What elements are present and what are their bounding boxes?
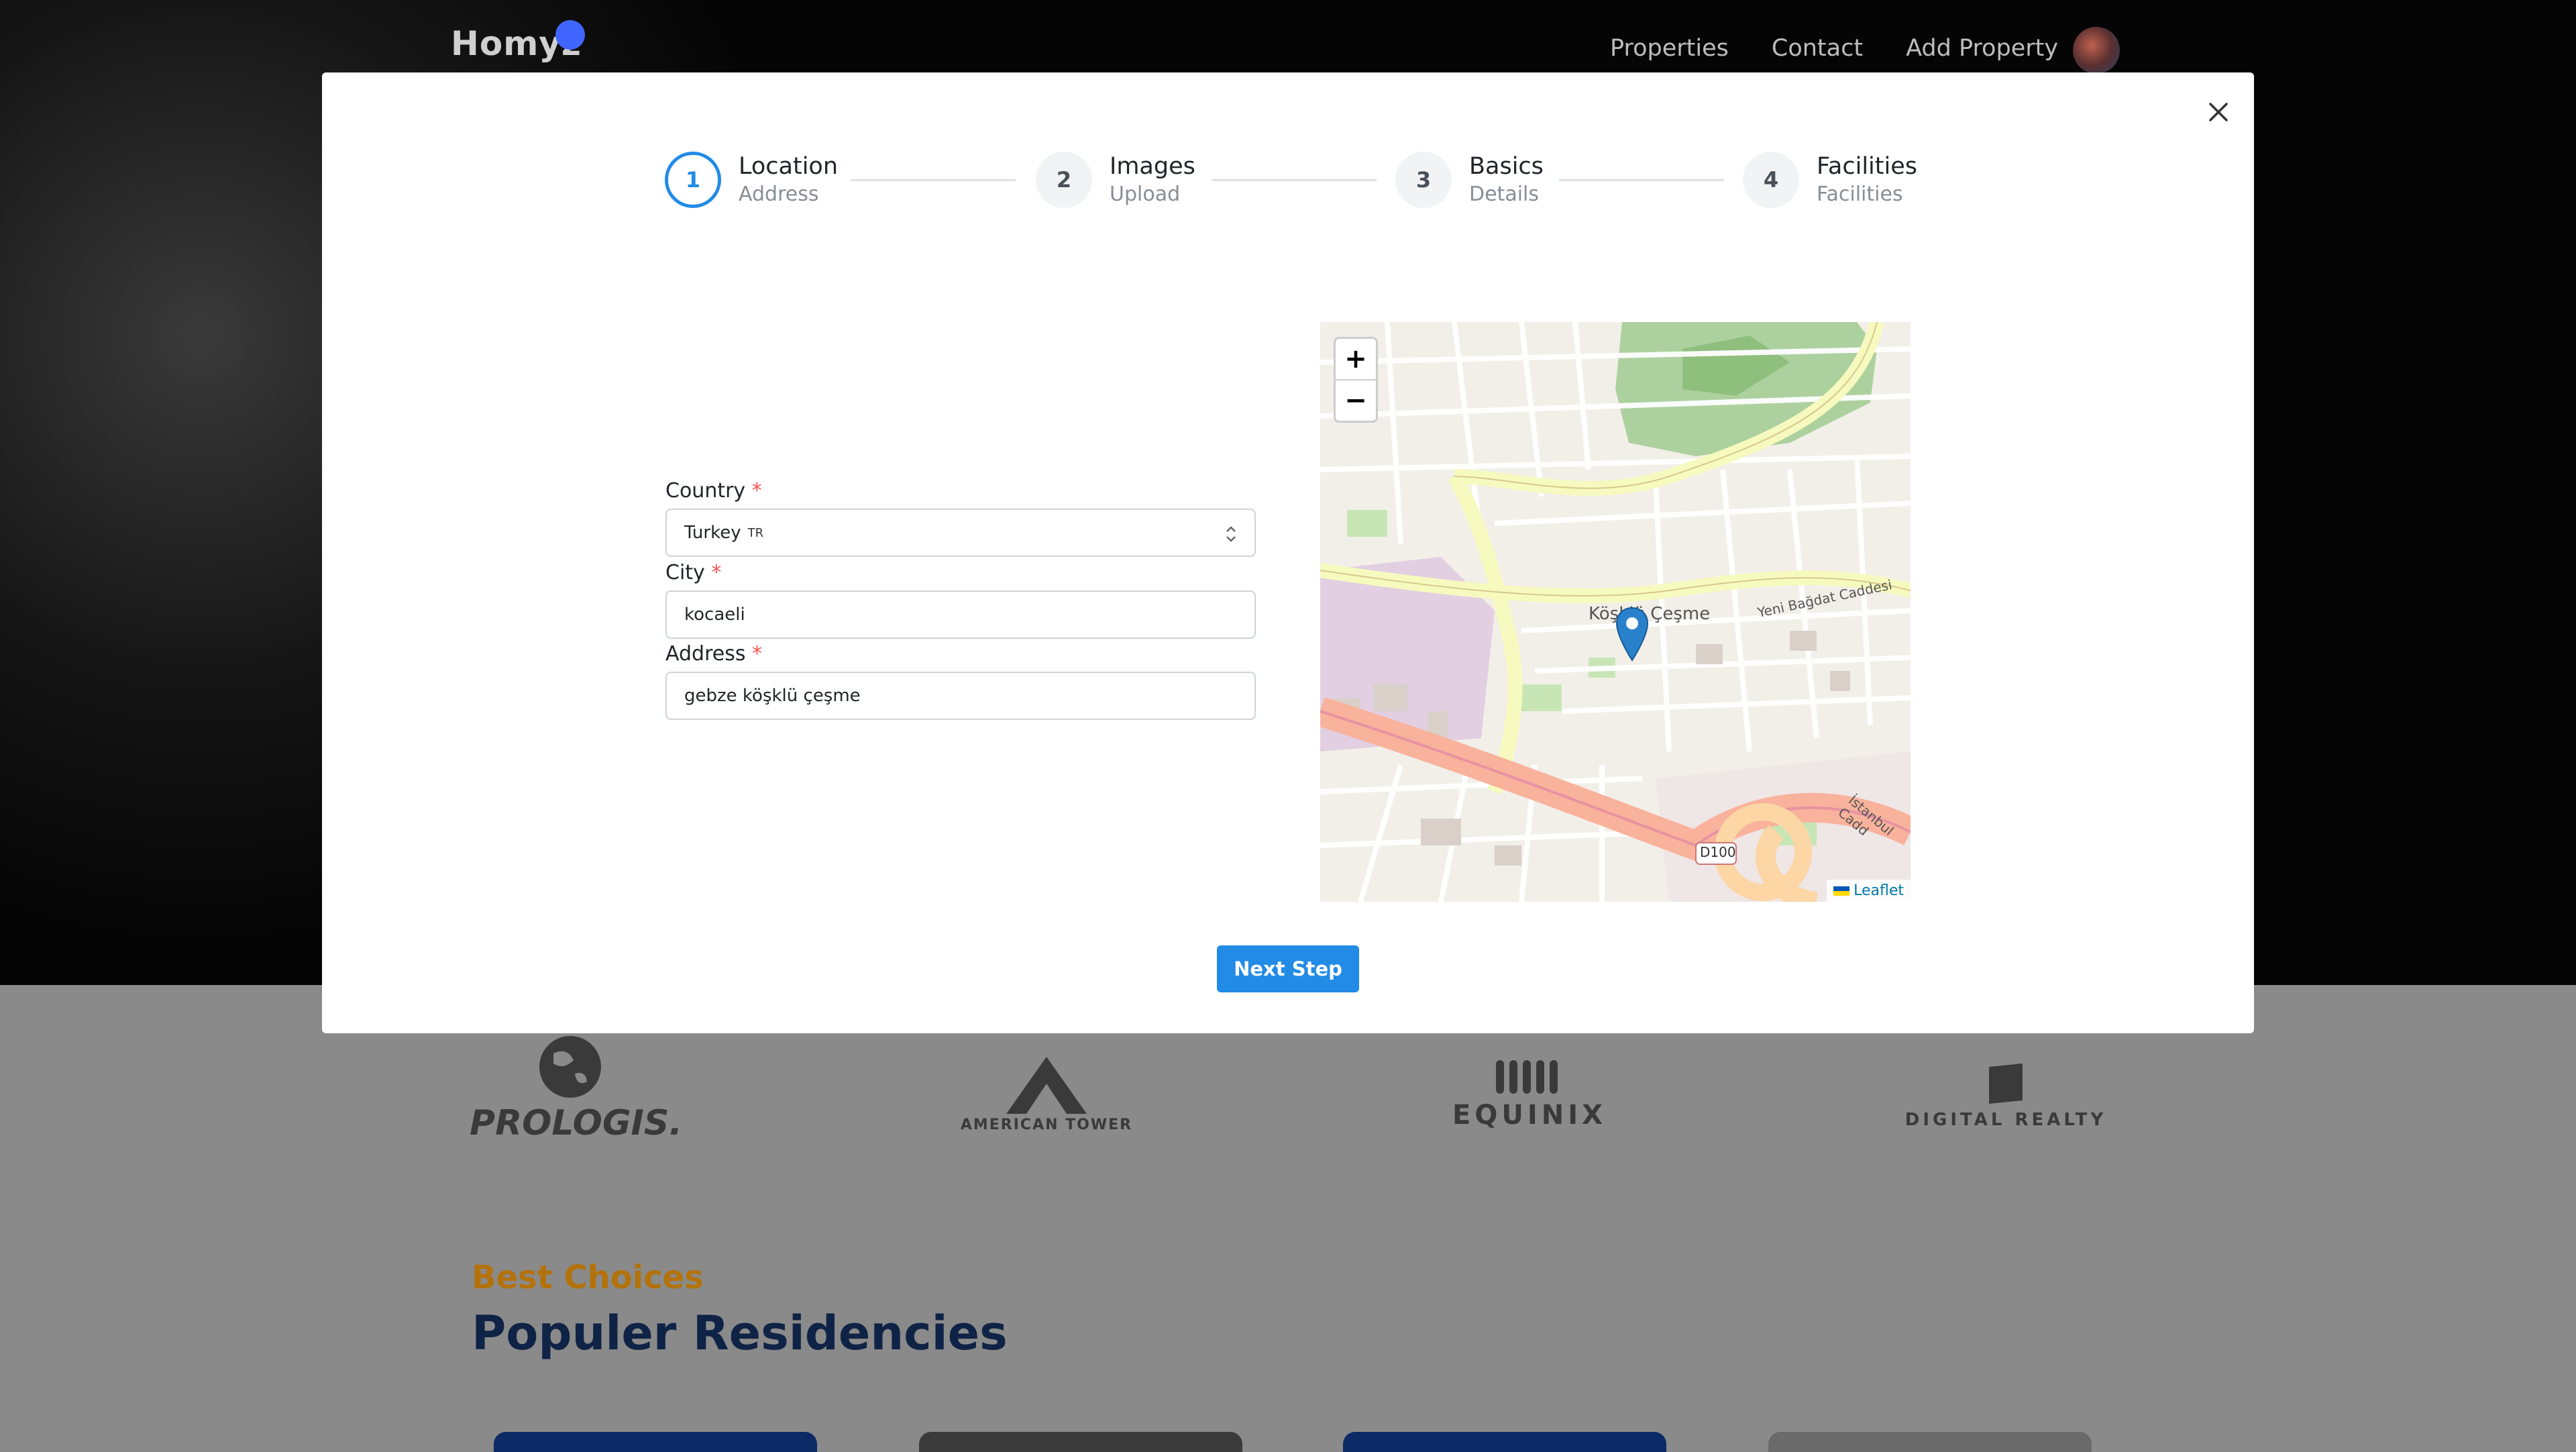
- address-label-text: Address: [665, 642, 746, 666]
- city-label: City *: [665, 561, 721, 584]
- zoom-out-button[interactable]: −: [1336, 379, 1376, 421]
- nav-link-add-property[interactable]: Add Property: [1906, 35, 2058, 62]
- section-eyebrow: Best Choices: [472, 1259, 704, 1296]
- country-label-text: Country: [665, 479, 746, 503]
- nav-link-properties[interactable]: Properties: [1610, 35, 1729, 62]
- partner-name: AMERICAN TOWER: [960, 1117, 1133, 1133]
- ukraine-flag-icon: [1833, 886, 1850, 896]
- next-step-button[interactable]: Next Step: [1217, 945, 1359, 992]
- address-field[interactable]: [665, 672, 1256, 720]
- step-description: Details: [1469, 183, 1540, 206]
- digital-realty-icon: [1989, 1064, 2023, 1104]
- required-asterisk: *: [751, 479, 762, 503]
- step-label: Facilities: [1817, 153, 1917, 180]
- city-field[interactable]: [665, 590, 1256, 639]
- map-place-label: Köşklü Çeşme: [1589, 604, 1711, 624]
- partner-name: PROLOGIS.: [470, 1103, 683, 1143]
- zoom-control: + −: [1334, 337, 1378, 423]
- nav-link-contact[interactable]: Contact: [1772, 35, 1863, 62]
- step-description: Upload: [1110, 183, 1181, 206]
- partner-prologis: PROLOGIS.: [470, 1033, 683, 1143]
- step-number: 2: [1036, 152, 1092, 208]
- map-attribution[interactable]: Leaflet: [1827, 880, 1911, 902]
- step-basics[interactable]: 3 Basics Details: [1395, 152, 1544, 208]
- partner-american-tower: AMERICAN TOWER: [946, 1057, 1147, 1133]
- step-label: Basics: [1469, 153, 1544, 180]
- step-images[interactable]: 2 Images Upload: [1036, 152, 1195, 208]
- tower-icon: [1006, 1057, 1087, 1114]
- partner-digital-realty: DIGITAL REALTY: [1898, 1060, 2113, 1130]
- lower-page: [0, 985, 2576, 1449]
- location-map[interactable]: + − Köşklü Çeşme Yeni Bağdat Caddesi D10…: [1320, 322, 1911, 902]
- partner-name: EQUINIX: [1452, 1100, 1607, 1131]
- step-separator: [1559, 179, 1724, 181]
- leaflet-link[interactable]: Leaflet: [1854, 882, 1904, 899]
- required-asterisk: *: [711, 561, 722, 584]
- close-button[interactable]: [2200, 94, 2237, 130]
- add-property-modal: [322, 72, 2254, 1033]
- map-road-badge: D100: [1700, 844, 1736, 860]
- country-label: Country *: [665, 479, 762, 503]
- required-asterisk: *: [752, 642, 763, 666]
- logo-dot: [555, 20, 585, 50]
- close-icon: [2209, 103, 2228, 121]
- step-separator: [1212, 179, 1377, 181]
- globe-icon: [539, 1036, 601, 1098]
- zoom-in-button[interactable]: +: [1336, 339, 1376, 379]
- partner-name: DIGITAL REALTY: [1904, 1110, 2107, 1130]
- step-separator: [851, 179, 1016, 181]
- nav-links: Properties Contact Add Property: [1610, 35, 2058, 62]
- country-flag-code: TR: [747, 525, 764, 540]
- country-select[interactable]: Turkey TR: [665, 509, 1256, 557]
- step-number: 4: [1743, 152, 1799, 208]
- step-description: Facilities: [1817, 183, 1903, 206]
- section-title: Populer Residencies: [472, 1306, 1008, 1361]
- step-label: Images: [1110, 153, 1195, 180]
- country-value: Turkey: [684, 523, 741, 543]
- step-location[interactable]: 1 Location Address: [665, 152, 838, 208]
- step-number: 3: [1395, 152, 1452, 208]
- step-description: Address: [739, 183, 819, 206]
- chevron-up-down-icon: [1226, 526, 1236, 542]
- city-input[interactable]: [684, 605, 1237, 625]
- address-label: Address *: [665, 642, 762, 666]
- city-label-text: City: [665, 561, 705, 584]
- partner-equinix: EQUINIX: [1429, 1057, 1630, 1131]
- step-label: Location: [739, 153, 839, 180]
- step-facilities[interactable]: 4 Facilities Facilities: [1743, 152, 1917, 208]
- map-marker-icon[interactable]: [1615, 607, 1649, 662]
- user-avatar[interactable]: [2073, 27, 2120, 74]
- step-number: 1: [665, 152, 721, 208]
- address-input[interactable]: [684, 686, 1237, 706]
- equinix-icon: [1496, 1060, 1558, 1094]
